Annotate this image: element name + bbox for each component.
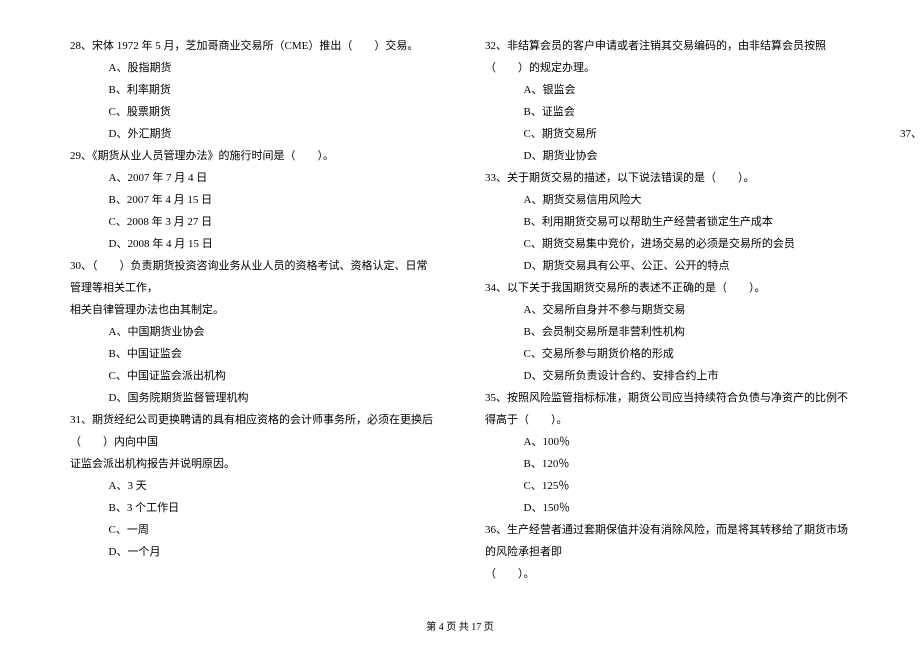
- q28-text: 28、宋体 1972 年 5 月，芝加哥商业交易所（CME）推出（ ）交易。: [70, 35, 435, 57]
- q29-c: C、2008 年 3 月 27 日: [70, 211, 435, 233]
- q35-c: C、125％: [485, 475, 850, 497]
- q33-text: 33、关于期货交易的描述，以下说法错误的是（ ）。: [485, 167, 850, 189]
- q36-d: D、期货结算部门: [900, 101, 920, 123]
- q33-d: D、期货交易具有公平、公正、公开的特点: [485, 255, 850, 277]
- q32-b: B、证监会: [485, 101, 850, 123]
- q34-text: 34、以下关于我国期货交易所的表述不正确的是（ ）。: [485, 277, 850, 299]
- q35-d: D、150％: [485, 497, 850, 519]
- q29-text: 29、《期货从业人员管理办法》的施行时间是（ ）。: [70, 145, 435, 167]
- q29-d: D、2008 年 4 月 15 日: [70, 233, 435, 255]
- q37-b: B、5 年: [900, 167, 920, 189]
- page-footer: 第 4 页 共 17 页: [0, 618, 920, 638]
- q29-a: A、2007 年 7 月 4 日: [70, 167, 435, 189]
- exam-content: 28、宋体 1972 年 5 月，芝加哥商业交易所（CME）推出（ ）交易。 A…: [70, 35, 850, 595]
- q30-text: 30、（ ）负责期货投资咨询业务从业人员的资格考试、资格认定、日常管理等相关工作…: [70, 255, 435, 299]
- q35-text: 35、按照风险监管指标标准，期货公司应当持续符合负债与净资产的比例不得高于（ ）…: [485, 387, 850, 431]
- q30-a: A、中国期货业协会: [70, 321, 435, 343]
- q37-a: A、1 年: [900, 145, 920, 167]
- q33: 33、关于期货交易的描述，以下说法错误的是（ ）。 A、期货交易信用风险大 B、…: [485, 167, 850, 277]
- q32-d: D、期货业协会: [485, 145, 850, 167]
- q34-d: D、交易所负责设计合约、安排合约上市: [485, 365, 850, 387]
- q36-a: A、期货交易所: [900, 35, 920, 57]
- q32: 32、非结算会员的客户申请或者注销其交易编码的，由非结算会员按照（ ）的规定办理…: [485, 35, 850, 167]
- q36-b: B、其他套期保值者: [900, 57, 920, 79]
- q28-b: B、利率期货: [70, 79, 435, 101]
- q34-b: B、会员制交易所是非营利性机构: [485, 321, 850, 343]
- q33-c: C、期货交易集中竞价，进场交易的必须是交易所的会员: [485, 233, 850, 255]
- q36-text: 36、生产经营者通过套期保值并没有消除风险，而是将其转移给了期货市场的风险承担者…: [485, 519, 850, 563]
- q30-cont: 相关自律管理办法也由其制定。: [70, 299, 435, 321]
- q37: 37、首席风险官的工作底稿和工作记录应当至少保存（ ）。 A、1 年 B、5 年: [900, 123, 920, 189]
- q31: 31、期货经纪公司更换聘请的具有相应资格的会计师事务所，必须在更换后（ ）内向中…: [70, 409, 435, 585]
- q29: 29、《期货从业人员管理办法》的施行时间是（ ）。 A、2007 年 7 月 4…: [70, 145, 435, 255]
- q31-c: C、一周: [70, 519, 435, 541]
- q30-c: C、中国证监会派出机构: [70, 365, 435, 387]
- q34-a: A、交易所自身并不参与期货交易: [485, 299, 850, 321]
- q31-b: B、3 个工作日: [70, 497, 435, 519]
- q36-cont: （ ）。: [485, 563, 850, 585]
- q32-a: A、银监会: [485, 79, 850, 101]
- q30-b: B、中国证监会: [70, 343, 435, 365]
- q34: 34、以下关于我国期货交易所的表述不正确的是（ ）。 A、交易所自身并不参与期货…: [485, 277, 850, 387]
- q32-c: C、期货交易所: [485, 123, 850, 145]
- q31-d: D、一个月: [70, 541, 435, 563]
- q33-b: B、利用期货交易可以帮助生产经营者锁定生产成本: [485, 211, 850, 233]
- q35-b: B、120％: [485, 453, 850, 475]
- q28-a: A、股指期货: [70, 57, 435, 79]
- q28-d: D、外汇期货: [70, 123, 435, 145]
- q28: 28、宋体 1972 年 5 月，芝加哥商业交易所（CME）推出（ ）交易。 A…: [70, 35, 435, 145]
- q31-text: 31、期货经纪公司更换聘请的具有相应资格的会计师事务所，必须在更换后（ ）内向中…: [70, 409, 435, 453]
- q37-text: 37、首席风险官的工作底稿和工作记录应当至少保存（ ）。: [900, 123, 920, 145]
- q30-d: D、国务院期货监督管理机构: [70, 387, 435, 409]
- q29-b: B、2007 年 4 月 15 日: [70, 189, 435, 211]
- q30: 30、（ ）负责期货投资咨询业务从业人员的资格考试、资格认定、日常管理等相关工作…: [70, 255, 435, 409]
- blank-line: [70, 563, 435, 585]
- q31-a: A、3 天: [70, 475, 435, 497]
- q35: 35、按照风险监管指标标准，期货公司应当持续符合负债与净资产的比例不得高于（ ）…: [485, 387, 850, 519]
- q28-c: C、股票期货: [70, 101, 435, 123]
- q35-a: A、100％: [485, 431, 850, 453]
- q34-c: C、交易所参与期货价格的形成: [485, 343, 850, 365]
- q32-text: 32、非结算会员的客户申请或者注销其交易编码的，由非结算会员按照（ ）的规定办理…: [485, 35, 850, 79]
- q36-c: C、期货投机者: [900, 79, 920, 101]
- q33-a: A、期货交易信用风险大: [485, 189, 850, 211]
- q31-cont: 证监会派出机构报告并说明原因。: [70, 453, 435, 475]
